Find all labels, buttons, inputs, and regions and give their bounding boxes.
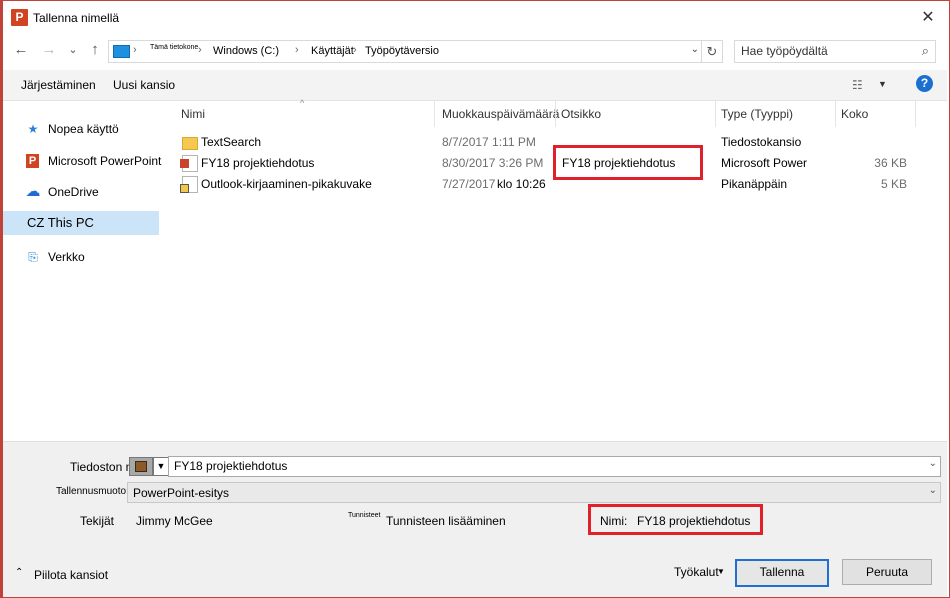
back-arrow-icon[interactable]: ← [12,41,30,59]
table-row[interactable]: TextSearch 8/7/2017 1:11 PM Tiedostokans… [172,132,917,153]
search-input[interactable] [741,44,906,58]
filename-input[interactable] [174,459,914,473]
chevron-down-icon[interactable]: ▼ [717,567,725,576]
save-options-pane: Tiedoston nimi: ▼ ⌄ Tallennusmuoto: Powe… [3,441,947,597]
filetype-label: Tallennusmuoto: [56,486,129,497]
help-icon[interactable]: ? [916,75,933,92]
column-header-title[interactable]: Otsikko [561,107,601,121]
authors-value[interactable]: Jimmy McGee [136,514,213,528]
save-button[interactable]: Tallenna [735,559,829,587]
hide-folders-button[interactable]: Piilota kansiot [34,568,108,582]
folder-icon [182,137,198,150]
view-options-icon[interactable]: ☷ [852,78,863,92]
column-header-type[interactable]: Type (Tyyppi) [721,107,793,121]
breadcrumb-users[interactable]: Käyttäjät [311,45,354,57]
up-arrow-icon[interactable]: ↑ [86,41,104,59]
title-bar: P Tallenna nimellä ✕ [3,1,947,35]
organize-button[interactable]: Järjestäminen [21,78,96,92]
network-icon: ⎘ [28,250,38,264]
sidebar-item-label: Microsoft PowerPoint [48,154,162,168]
cancel-button[interactable]: Peruuta [842,559,932,585]
computer-icon [113,45,130,58]
filename-field[interactable]: ⌄ [168,456,941,477]
column-header-size[interactable]: Koko [841,107,868,121]
column-divider[interactable] [555,101,556,127]
shortcut-icon [180,176,198,193]
powerpoint-app-icon: P [11,9,28,26]
briefcase-icon[interactable] [129,457,153,476]
filetype-select[interactable]: PowerPoint-esitys ⌄ [127,482,941,503]
breadcrumb-this-pc[interactable]: Tämä tietokone [150,44,198,51]
tools-button[interactable]: Työkalut [674,565,719,579]
tags-label: Tunnisteet [348,512,381,519]
file-name: TextSearch [201,135,262,149]
column-divider[interactable] [434,101,435,127]
chevron-down-icon[interactable]: ⌄ [929,485,937,496]
powerpoint-icon: P [26,154,39,168]
search-box[interactable]: ⌕ [734,40,936,63]
window-title: Tallenna nimellä [33,11,120,25]
sidebar-item-label: OneDrive [48,185,99,199]
filetype-value: PowerPoint-esitys [133,486,230,500]
column-header-modified[interactable]: Muokkauspäivämäärä [442,107,559,121]
file-type: Microsoft Power [721,156,808,170]
command-bar: Järjestäminen Uusi kansio ☷ ▼ ? [3,70,947,101]
highlight-title-field [588,504,763,535]
pptx-file-icon [180,155,198,172]
breadcrumb-windows-c[interactable]: Windows (C:) [213,45,279,57]
table-row[interactable]: FY18 projektiehdotus 8/30/2017 3:26 PM F… [172,153,917,174]
file-name: Outlook-kirjaaminen-pikakuvake [201,177,372,191]
authors-label: Tekijät [80,514,115,528]
navigation-pane: ★ Nopea käyttö P Microsoft PowerPoint ☁ … [3,101,162,441]
chevron-down-icon[interactable]: ⌄ [929,458,937,469]
sidebar-item-label: Nopea käyttö [48,122,119,136]
chevron-right-icon[interactable]: › [133,44,137,56]
file-modified: 8/7/2017 1:11 PM [442,135,536,149]
file-modified: 8/30/2017 3:26 PM [442,156,544,170]
chevron-down-icon[interactable]: ▼ [878,79,887,89]
column-divider[interactable] [835,101,836,127]
file-modified: 7/27/2017 [442,177,496,191]
file-type: Tiedostokansio [721,135,802,149]
table-row[interactable]: Outlook-kirjaaminen-pikakuvake 7/27/2017… [172,174,917,195]
highlight-title-column [553,145,703,180]
chevron-down-icon[interactable]: ⌄ [691,44,699,55]
forward-arrow-icon[interactable]: → [40,41,58,59]
chevron-right-icon[interactable]: › [295,44,299,56]
sidebar-item-powerpoint[interactable]: P Microsoft PowerPoint [3,149,162,173]
chevron-down-icon[interactable]: ▼ [153,457,169,476]
sidebar-item-network[interactable]: ⎘ Verkko [3,245,159,269]
chevron-up-icon[interactable]: ⌃ [15,567,23,578]
column-header-name[interactable]: Nimi [181,107,205,121]
column-divider[interactable] [915,101,916,127]
sidebar-item-quick-access[interactable]: ★ Nopea käyttö [3,117,159,141]
chevron-right-icon[interactable]: › [353,44,357,56]
file-list: ^ Nimi Muokkauspäivämäärä Otsikko Type (… [172,98,917,441]
file-name: FY18 projektiehdotus [201,156,315,170]
sidebar-item-onedrive[interactable]: ☁ OneDrive [3,180,159,204]
star-icon: ★ [27,122,39,136]
vertical-scrollbar[interactable] [917,101,934,441]
chevron-right-icon[interactable]: › [198,44,202,56]
column-divider[interactable] [715,101,716,127]
breadcrumb-desktop[interactable]: Työpöytäversio [365,45,439,57]
search-icon[interactable]: ⌕ [922,43,929,59]
sort-ascending-icon: ^ [300,98,305,108]
file-modified-time: klo 10:26 [497,177,546,191]
sidebar-item-this-pc[interactable]: CZ This PC [3,211,159,235]
sidebar-item-label: Verkko [48,250,85,264]
close-icon[interactable]: ✕ [917,7,939,29]
cloud-icon: ☁ [25,183,41,200]
new-folder-button[interactable]: Uusi kansio [113,78,175,92]
refresh-icon[interactable]: ↻ [701,40,723,63]
recent-locations-icon[interactable]: ⌄ [64,41,82,59]
file-size: 36 KB [874,156,907,170]
address-bar[interactable]: › Tämä tietokone › Windows (C:) › Käyttä… [108,40,702,63]
file-type: Pikanäppäin [721,177,788,191]
tags-value[interactable]: Tunnisteen lisääminen [386,514,506,528]
file-size: 5 KB [880,177,907,191]
sidebar-item-label: CZ This PC [27,215,94,230]
